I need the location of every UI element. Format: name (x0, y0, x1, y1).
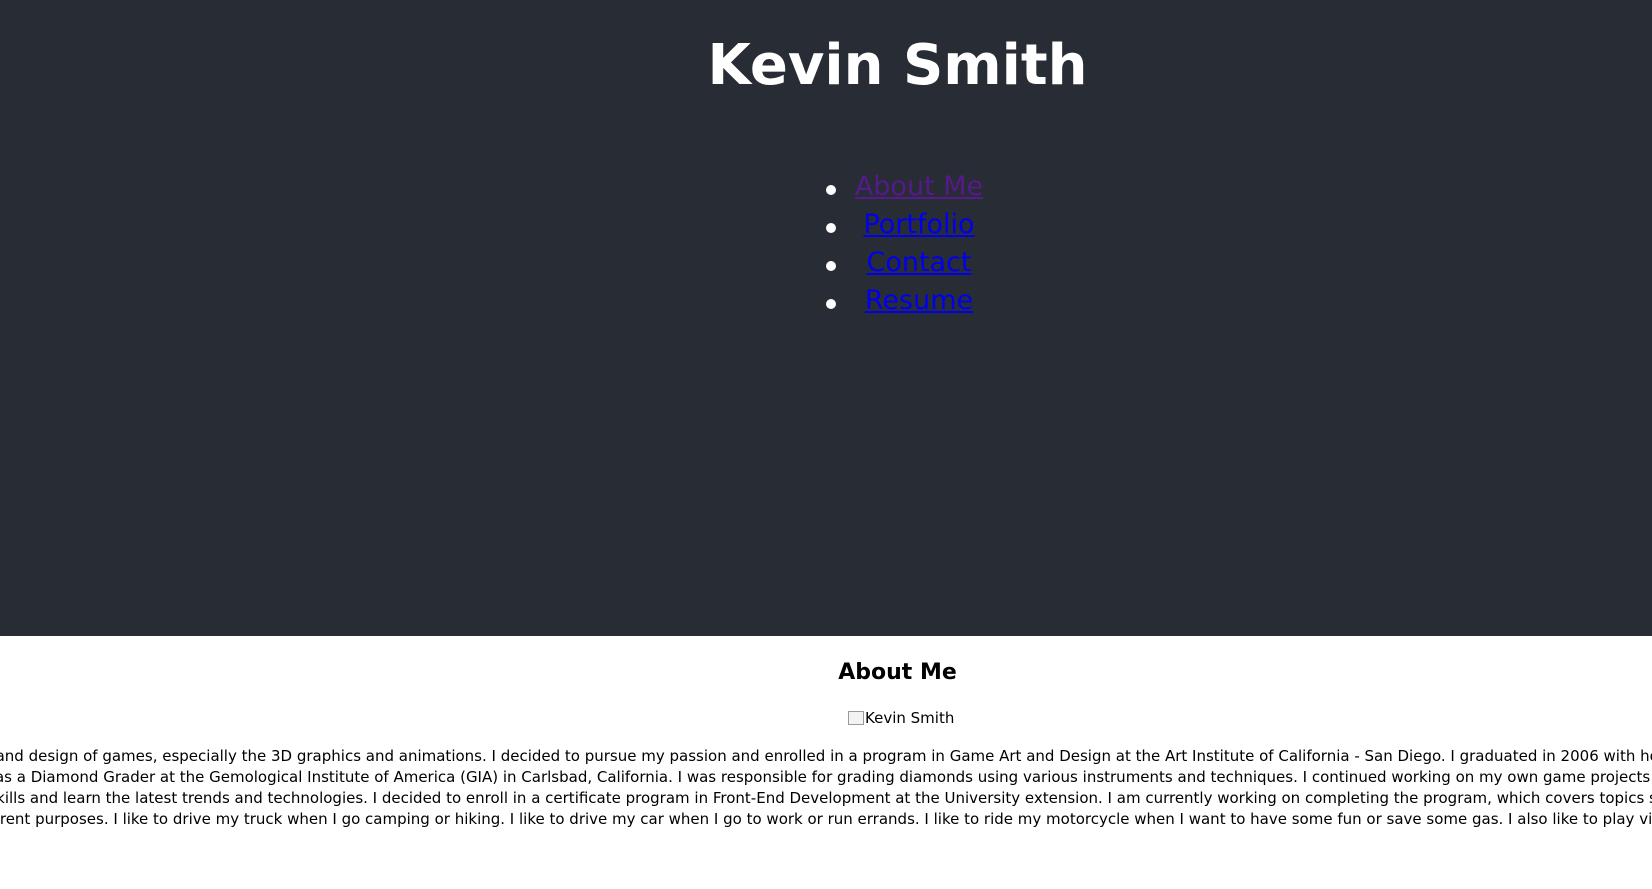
broken-image-icon (848, 711, 864, 725)
nav-link-about-me[interactable]: About Me (855, 171, 983, 202)
bullet-icon (826, 185, 836, 195)
nav-item-portfolio: Portfolio (826, 206, 984, 244)
site-header: Kevin Smith About Me Portfolio Contact R… (0, 0, 1652, 636)
main-nav: About Me Portfolio Contact Resume (826, 168, 984, 320)
nav-link-resume[interactable]: Resume (865, 285, 973, 316)
nav-link-contact[interactable]: Contact (866, 247, 971, 278)
site-title: Kevin Smith (707, 33, 1088, 98)
nav-item-resume: Resume (826, 282, 984, 320)
about-heading: About Me (838, 660, 957, 685)
bullet-icon (826, 261, 836, 271)
nav-item-contact: Contact (826, 244, 984, 282)
about-section: About Me Kevin Smith I was born in Oxnar… (0, 636, 1652, 889)
bullet-icon (826, 223, 836, 233)
nav-item-about-me: About Me (826, 168, 984, 206)
about-paragraph: I was born in Oxnard, California, in 198… (0, 747, 1652, 828)
profile-image-alt-text: Kevin Smith (865, 709, 955, 727)
nav-link-portfolio[interactable]: Portfolio (863, 209, 974, 240)
bullet-icon (826, 299, 836, 309)
profile-image: Kevin Smith (848, 708, 954, 730)
